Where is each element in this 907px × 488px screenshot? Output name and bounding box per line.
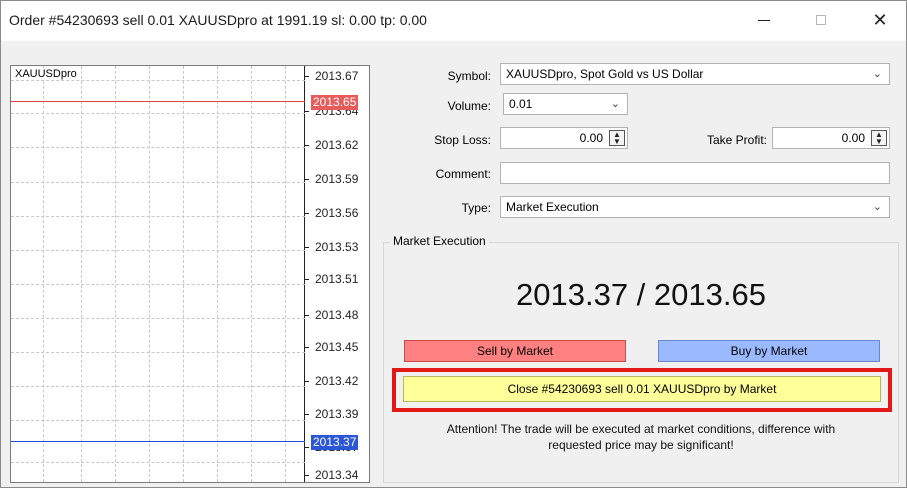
ask-price-line — [11, 101, 305, 102]
price-tick: 2013.51 — [304, 272, 358, 286]
price-tick: 2013.42 — [304, 374, 358, 388]
minimize-icon — [758, 19, 770, 21]
attention-message: Attention! The trade will be executed at… — [383, 421, 899, 453]
close-icon: ✕ — [872, 10, 888, 30]
price-tick: 2013.48 — [304, 308, 358, 322]
grid-line — [11, 182, 305, 183]
buy-by-market-button[interactable]: Buy by Market — [658, 340, 880, 362]
attention-line: requested price may be significant! — [548, 438, 734, 452]
volume-label: Volume: — [447, 99, 491, 113]
chevron-down-icon: ⌄ — [610, 98, 620, 110]
symbol-select[interactable]: XAUUSDpro, Spot Gold vs US Dollar ⌄ — [500, 63, 890, 85]
price-tick: 2013.53 — [304, 240, 358, 254]
grid-line — [11, 80, 305, 81]
take-profit-value: 0.00 — [841, 131, 865, 145]
type-label: Type: — [461, 201, 491, 215]
price-tick: 2013.62 — [304, 138, 358, 152]
take-profit-spinner-icon[interactable]: ▲ ▼ — [871, 130, 887, 146]
title-bar[interactable]: Order #54230693 sell 0.01 XAUUSDpro at 1… — [1, 1, 906, 41]
price-tick: 2013.67 — [304, 69, 358, 83]
comment-label: Comment: — [435, 167, 491, 181]
stop-loss-spinner-icon[interactable]: ▲ ▼ — [609, 130, 625, 146]
minimize-button[interactable] — [741, 5, 787, 35]
grid-line — [11, 250, 305, 251]
window-title: Order #54230693 sell 0.01 XAUUSDpro at 1… — [9, 12, 427, 28]
grid-line — [11, 352, 305, 353]
bid-price-tag: 2013.37 — [311, 435, 359, 450]
bid-price-line — [11, 441, 305, 442]
chart-symbol-label: XAUUSDpro — [14, 68, 78, 80]
sell-by-market-button[interactable]: Sell by Market — [404, 340, 626, 362]
stop-loss-label: Stop Loss: — [434, 133, 491, 147]
grid-line — [11, 318, 305, 319]
close-position-button[interactable]: Close #54230693 sell 0.01 XAUUSDpro by M… — [403, 376, 881, 402]
chevron-down-icon: ⌄ — [872, 201, 882, 213]
price-tick: 2013.45 — [304, 340, 358, 354]
grid-line — [11, 420, 305, 421]
close-button[interactable]: ✕ — [857, 5, 903, 35]
bid-ask-prices: 2013.37 / 2013.65 — [516, 277, 766, 312]
order-dialog: Order #54230693 sell 0.01 XAUUSDpro at 1… — [0, 0, 907, 488]
price-tick: 2013.34 — [304, 468, 358, 482]
grid-line — [11, 216, 305, 217]
grid-line — [11, 386, 305, 387]
stop-loss-value: 0.00 — [579, 131, 603, 145]
chevron-down-icon: ⌄ — [872, 68, 882, 80]
take-profit-field[interactable]: 0.00 ▲ ▼ — [772, 127, 890, 149]
maximize-button — [798, 5, 844, 35]
type-select[interactable]: Market Execution ⌄ — [500, 196, 890, 218]
chart-plot-area: XAUUSDpro — [11, 66, 305, 482]
volume-combobox[interactable]: 0.01 ⌄ — [503, 93, 628, 115]
grid-line — [11, 284, 305, 285]
grid-line — [11, 113, 305, 114]
symbol-label: Symbol: — [447, 69, 491, 83]
type-value: Market Execution — [506, 200, 599, 214]
ask-price-tag: 2013.65 — [311, 95, 359, 110]
grid-line — [11, 462, 305, 463]
comment-input[interactable] — [500, 162, 890, 184]
price-tick: 2013.59 — [304, 172, 358, 186]
grid-line — [11, 147, 305, 148]
price-tick: 2013.56 — [304, 206, 358, 220]
stop-loss-field[interactable]: 0.00 ▲ ▼ — [500, 127, 628, 149]
maximize-icon — [816, 15, 826, 25]
market-execution-title: Market Execution — [390, 234, 489, 248]
symbol-value: XAUUSDpro, Spot Gold vs US Dollar — [506, 67, 704, 81]
attention-line: Attention! The trade will be executed at… — [446, 422, 836, 436]
take-profit-label: Take Profit: — [706, 133, 767, 147]
price-tick: 2013.39 — [304, 407, 358, 421]
volume-value: 0.01 — [509, 97, 533, 111]
tick-chart: XAUUSDpro 2013.67 2013.64 2013.62 2013.5… — [10, 65, 370, 483]
